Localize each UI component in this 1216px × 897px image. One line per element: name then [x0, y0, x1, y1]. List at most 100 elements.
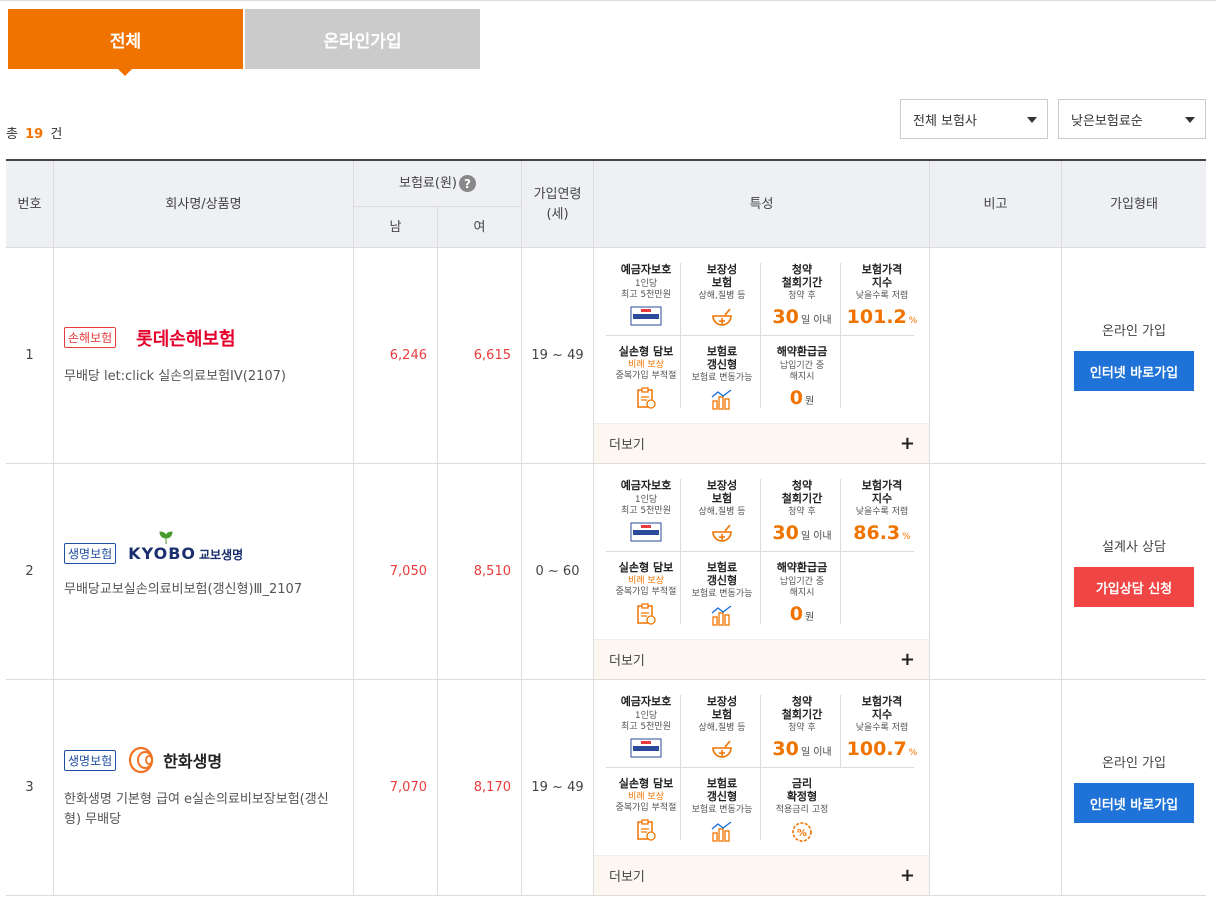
feature-title: 실손형 담보: [618, 561, 674, 574]
premium-male: 6,246: [389, 348, 427, 363]
table-row: 3 생명보험 한화생명 한화생명 기본형 급여 e실손의료비보장보험(갱신형) …: [6, 680, 1206, 896]
kdic-logo-icon: [630, 306, 662, 326]
feature-refund: 해약환급금 납입기간 중 해지시 0원: [762, 561, 842, 625]
feature-title: 예금자보호: [620, 263, 672, 276]
feature-withdraw-period: 청약 철회기간 청약 후 30 일 이내: [762, 263, 842, 328]
feature-sub: 상해,질병 등: [698, 507, 746, 518]
premium-female: 8,170: [473, 780, 511, 795]
clipboard-icon: [637, 387, 656, 409]
price-index-value: 101.2: [846, 305, 907, 328]
sort-select[interactable]: 낮은보험료순: [1058, 99, 1206, 139]
consult-request-button[interactable]: 가입상담 신청: [1074, 567, 1194, 607]
note-cell: [930, 680, 1061, 895]
header-no: 번호: [17, 196, 42, 212]
header-features: 특성: [749, 196, 774, 212]
feature-sub: 해지시: [789, 588, 815, 599]
feature-sub: 납입기간 중: [779, 360, 825, 371]
help-icon[interactable]: ?: [458, 175, 476, 192]
more-button[interactable]: 더보기 +: [594, 855, 929, 895]
price-index-value: 100.7: [846, 737, 907, 760]
feature-sub: 낮을수록 저렴: [855, 507, 909, 518]
insurance-type-badge: 생명보험: [64, 543, 117, 565]
medicine-bowl-icon: [712, 524, 732, 542]
product-name[interactable]: 한화생명 기본형 급여 e실손의료비보장보험(갱신형) 무배당: [64, 790, 343, 829]
feature-sub: 최고 5천만원: [621, 722, 671, 733]
product-table: 번호 회사명/상품명 보험료(원) ? 남 여 가입연령 (세) 특성 비고 가…: [6, 159, 1206, 896]
feature-sub: 낮을수록 저렴: [855, 723, 909, 734]
feature-title: 보장성 보험: [706, 263, 738, 289]
feature-title: 청약 철회기간: [781, 263, 823, 289]
table-row: 2 생명보험 KYOBO 교보생명 무배당교보실손의료비보험(갱신형)Ⅲ_210…: [6, 464, 1206, 680]
clipboard-icon: [637, 603, 656, 625]
feature-title: 금리 확정형: [786, 777, 818, 803]
row-number: 3: [25, 780, 34, 795]
chart-graph-icon: [711, 821, 732, 842]
company-product-cell: 생명보험 KYOBO 교보생명 무배당교보실손의료비보험(갱신형)Ⅲ_2107: [54, 464, 353, 679]
more-label: 더보기: [609, 870, 645, 885]
product-name[interactable]: 무배당교보실손의료비보험(갱신형)Ⅲ_2107: [64, 580, 302, 600]
feature-sub: 1인당: [634, 710, 658, 721]
feature-coverage: 보장성 보험 상해,질병 등: [682, 479, 762, 545]
tab-online-join[interactable]: 온라인가입: [245, 9, 480, 69]
company-name-en: KYOBO: [128, 544, 196, 564]
join-type-cell: 설계사 상담 가입상담 신청: [1062, 464, 1206, 679]
tab-all[interactable]: 전체: [8, 9, 243, 76]
feature-sub: 1인당: [634, 494, 658, 505]
company-logo-kyobo: KYOBO 교보생명: [128, 531, 244, 564]
feature-title: 보험료 갱신형: [706, 561, 738, 587]
company-filter-value: 전체 보험사: [913, 113, 977, 129]
result-count-prefix: 총: [6, 127, 18, 142]
company-name: 한화생명: [163, 752, 223, 771]
plus-icon: +: [899, 865, 915, 886]
online-join-button[interactable]: 인터넷 바로가입: [1074, 351, 1194, 391]
feature-sub: 상해,질병 등: [698, 291, 746, 302]
more-button[interactable]: 더보기 +: [594, 423, 929, 463]
product-name[interactable]: 무배당 let:click 실손의료보험IV(2107): [64, 367, 286, 387]
feature-sub: 해지시: [789, 372, 815, 383]
chart-graph-icon: [711, 605, 732, 626]
company-product-cell: 생명보험 한화생명 한화생명 기본형 급여 e실손의료비보장보험(갱신형) 무배…: [54, 680, 353, 895]
sprout-icon: [159, 531, 173, 545]
join-type-label: 온라인 가입: [1102, 756, 1166, 771]
more-label: 더보기: [609, 654, 645, 669]
feature-sub: 중복가입 부적절: [615, 803, 677, 814]
chevron-down-icon: [1185, 117, 1195, 123]
company-filter-select[interactable]: 전체 보험사: [900, 99, 1048, 139]
feature-indemnity: 실손형 담보 비례 보상 중복가입 부적절: [606, 777, 686, 841]
medicine-bowl-icon: [712, 740, 732, 758]
withdraw-unit: 일 이내: [800, 314, 832, 326]
top-divider: [0, 0, 1216, 1]
table-header: 번호 회사명/상품명 보험료(원) ? 남 여 가입연령 (세) 특성 비고 가…: [6, 161, 1206, 248]
svg-text:%: %: [797, 828, 807, 839]
company-line: 생명보험 KYOBO 교보생명: [64, 531, 244, 565]
feature-sub: 상해,질병 등: [698, 723, 746, 734]
feature-divider: [606, 551, 914, 552]
insurance-type-badge: 생명보험: [64, 749, 117, 771]
premium-male: 7,070: [389, 780, 427, 795]
price-index-value: 86.3: [853, 521, 901, 544]
more-button[interactable]: 더보기 +: [594, 639, 929, 679]
feature-price-index: 보험가격 지수 낮을수록 저렴 100.7%: [842, 695, 922, 760]
insurance-type-badge: 손해보험: [64, 327, 117, 349]
feature-divider: [606, 335, 914, 336]
company-name: 교보생명: [198, 548, 244, 563]
feature-sub: 비례 보상: [628, 359, 664, 370]
feature-sub: 최고 5천만원: [621, 290, 671, 301]
feature-sub: 청약 후: [788, 507, 816, 518]
feature-withdraw-period: 청약 철회기간 청약 후 30 일 이내: [762, 695, 842, 760]
feature-sub: 낮을수록 저렴: [855, 291, 909, 302]
price-index-unit: %: [908, 747, 918, 758]
feature-title: 청약 철회기간: [781, 695, 823, 721]
header-premium-label: 보험료(원): [399, 175, 457, 191]
join-type-cell: 온라인 가입 인터넷 바로가입: [1062, 680, 1206, 895]
premium-female: 6,615: [473, 348, 511, 363]
kdic-logo-icon: [630, 522, 662, 542]
online-join-button[interactable]: 인터넷 바로가입: [1074, 783, 1194, 823]
feature-price-index: 보험가격 지수 낮을수록 저렴 86.3%: [842, 479, 922, 544]
feature-title: 실손형 담보: [618, 345, 674, 358]
sort-value: 낮은보험료순: [1071, 113, 1143, 129]
company-line: 손해보험 롯데손해보험: [64, 325, 236, 351]
header-age: 가입연령 (세): [533, 187, 582, 222]
feature-deposit-protection: 예금자보호 1인당 최고 5천만원: [606, 695, 686, 758]
feature-sub: 보험료 변동가능: [691, 589, 753, 600]
